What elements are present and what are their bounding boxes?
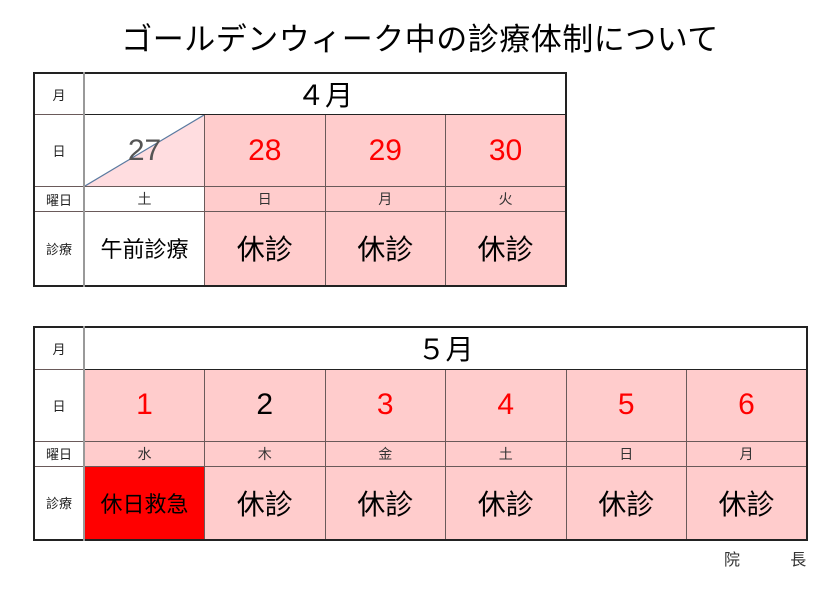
status-cell: 午前診療 [83, 211, 205, 286]
weekday-cell: 日 [565, 440, 687, 467]
month-header: ４月 [83, 72, 567, 115]
status-cell: 休診 [445, 465, 567, 541]
weekday-cell: 月 [686, 440, 808, 467]
weekday-cell: 月 [324, 186, 446, 212]
row-label-status: 診療 [33, 465, 85, 541]
row-label-day: 日 [33, 114, 85, 187]
day-cell: 5 [565, 368, 687, 442]
weekday-cell: 金 [324, 440, 446, 467]
signature-part2: 長 [790, 550, 807, 569]
signature-part1: 院 [724, 550, 741, 569]
row-label-month: 月 [33, 72, 85, 115]
day-cell: 2 [204, 368, 326, 442]
day-cell: 27 [83, 114, 205, 187]
weekday-cell: 木 [204, 440, 326, 467]
weekday-cell: 水 [83, 440, 205, 467]
row-label-day: 日 [33, 368, 85, 442]
month-header: ５月 [83, 326, 808, 370]
page-title: ゴールデンウィーク中の診療体制について [121, 22, 719, 58]
status-cell-emergency: 休日救急 [83, 465, 205, 541]
row-label-weekday: 曜日 [33, 186, 85, 212]
day-cell: 1 [83, 368, 205, 442]
weekday-cell: 土 [445, 440, 567, 467]
status-cell: 休診 [324, 211, 446, 286]
day-cell: 4 [445, 368, 567, 442]
status-cell: 休診 [204, 465, 326, 541]
day-cell: 3 [324, 368, 446, 442]
day-cell: 6 [686, 368, 808, 442]
weekday-cell: 日 [204, 186, 326, 212]
weekday-cell: 土 [83, 186, 205, 212]
weekday-cell: 火 [445, 186, 567, 212]
signature: 院 長 [724, 546, 806, 570]
day-cell: 29 [324, 114, 446, 187]
status-cell: 休診 [204, 211, 326, 286]
row-label-weekday: 曜日 [33, 440, 85, 467]
april-schedule-table: 月 ４月 日 27 28 29 30 曜日 土 日 月 火 診療 午前診療 休診… [33, 72, 567, 287]
status-cell: 休診 [324, 465, 446, 541]
day-cell: 30 [445, 114, 567, 187]
day-cell: 28 [204, 114, 326, 187]
row-label-status: 診療 [33, 211, 85, 286]
status-cell: 休診 [565, 465, 687, 541]
row-label-month: 月 [33, 326, 85, 370]
may-schedule-table: 月 ５月 日 1 2 3 4 5 6 曜日 水 木 金 土 日 月 診療 休日救… [33, 326, 808, 541]
status-cell: 休診 [686, 465, 808, 541]
status-cell: 休診 [445, 211, 567, 286]
